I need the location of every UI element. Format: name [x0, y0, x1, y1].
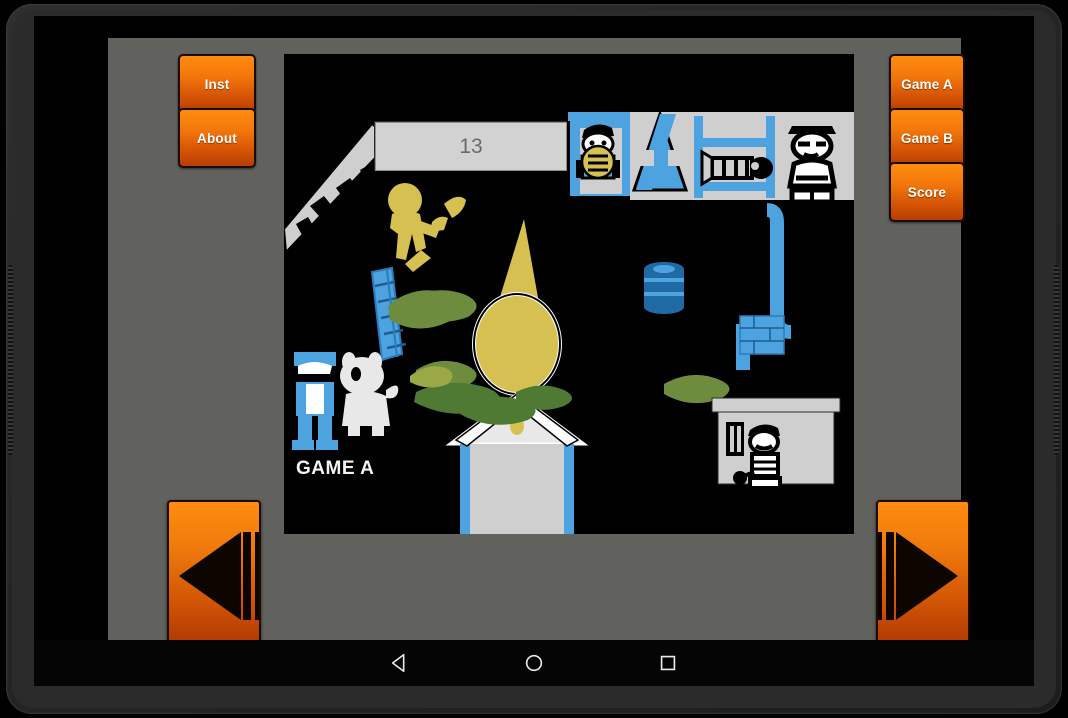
instructions-button-label: Inst: [204, 76, 230, 92]
game-a-button[interactable]: Game A: [889, 54, 965, 114]
game-mode-label: GAME A: [296, 458, 375, 479]
skip-next-icon: [878, 532, 958, 620]
back-triangle-icon: [391, 653, 405, 673]
nav-recents-button[interactable]: [657, 652, 679, 674]
game-b-button-label: Game B: [900, 130, 954, 146]
speaker-grille-right: [1054, 265, 1059, 455]
skip-previous-icon: [179, 532, 259, 620]
nav-back-button[interactable]: [389, 652, 411, 674]
recents-square-icon: [660, 655, 676, 671]
system-navigation-bar: [34, 640, 1034, 686]
app-root: Inst About Game A Game B Score 13 GAME A: [108, 38, 970, 652]
standing-worker-figure: [787, 126, 837, 205]
score-display: 13: [375, 122, 567, 171]
device-screen: Inst About Game A Game B Score 13 GAME A: [34, 16, 1034, 686]
nav-home-button[interactable]: [523, 652, 545, 674]
blue-barrel: [644, 262, 684, 314]
grey-shed-with-figure: [711, 397, 841, 490]
tablet-device: Inst About Game A Game B Score 13 GAME A: [0, 0, 1068, 718]
score-value: 13: [459, 134, 483, 158]
next-button[interactable]: [876, 500, 970, 652]
about-button-label: About: [197, 130, 237, 146]
previous-button[interactable]: [167, 500, 261, 652]
speaker-grille-left: [8, 265, 13, 455]
home-circle-icon: [525, 654, 543, 672]
blue-doorway-with-figure: [568, 112, 634, 196]
game-b-button[interactable]: Game B: [889, 108, 965, 168]
score-button[interactable]: Score: [889, 162, 965, 222]
score-button-label: Score: [907, 184, 947, 200]
game-canvas[interactable]: 13 GAME A: [284, 54, 854, 534]
instructions-button[interactable]: Inst: [178, 54, 256, 114]
game-a-button-label: Game A: [901, 76, 953, 92]
about-button[interactable]: About: [178, 108, 256, 168]
